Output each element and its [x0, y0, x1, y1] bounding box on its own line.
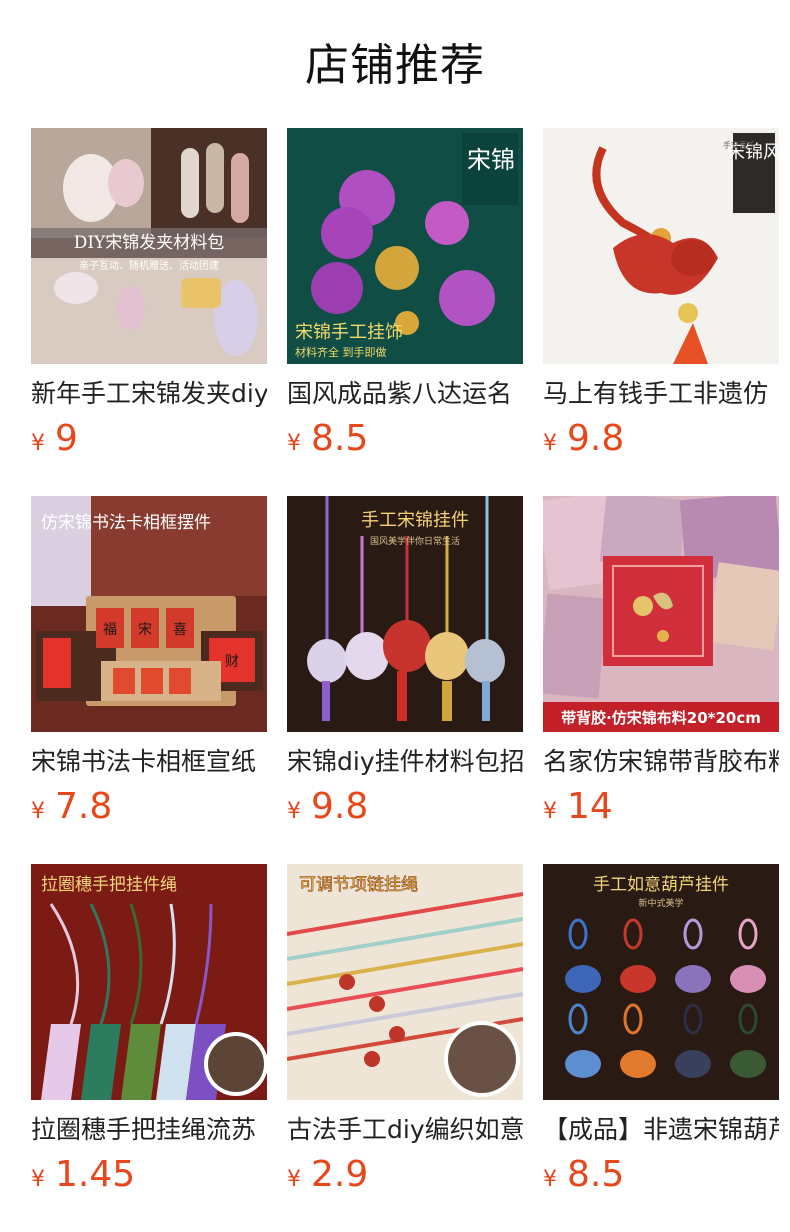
section-title: 店铺推荐 — [305, 40, 485, 91]
product-card[interactable]: 手工如意葫芦挂件 新中式美学 【成品】非遗宋锦葫芦 ¥ 8.5 — [543, 864, 779, 1232]
product-card[interactable]: 带背胶·仿宋锦布料20*20cm 名家仿宋锦带背胶布料 ¥14 — [543, 496, 779, 864]
product-name[interactable]: 马上有钱手工非遗仿 — [543, 374, 779, 414]
product-name[interactable]: 新年手工宋锦发夹diy — [31, 374, 267, 414]
product-price: ¥9.8 — [543, 414, 624, 464]
price-value: 2.9 — [311, 1154, 369, 1195]
product-image[interactable]: 可调节项链挂绳 — [287, 864, 523, 1100]
product-price: ¥8.5 — [287, 414, 368, 464]
product-image[interactable]: 宋锦风 手安喜乐 — [543, 128, 779, 364]
image-banner-text: DIY宋锦发夹材料包 — [74, 233, 225, 253]
product-grid: DIY宋锦发夹材料包 亲子互动、随机赠送、活动团建 新年手工宋锦发夹diy ¥9… — [31, 128, 790, 1232]
product-name[interactable]: 宋锦书法卡相框宣纸 — [31, 742, 267, 782]
product-image[interactable]: 宋锦 宋锦手工挂饰 材料齐全 到手即做 — [287, 128, 523, 364]
price-value: 7.8 — [55, 786, 113, 827]
currency-symbol: ¥ — [543, 799, 557, 824]
image-banner-text: 宋锦手工挂饰 — [295, 322, 403, 343]
currency-symbol: ¥ — [543, 1167, 557, 1192]
product-card[interactable]: 仿宋锦书法卡相框摆件 福 宋 喜 财 宋锦书法卡相框宣纸 ¥7.8 — [31, 496, 267, 864]
product-price: ¥2.9 — [287, 1150, 368, 1200]
product-card[interactable]: DIY宋锦发夹材料包 亲子互动、随机赠送、活动团建 新年手工宋锦发夹diy ¥9 — [31, 128, 267, 496]
product-price: ¥7.8 — [31, 782, 112, 832]
product-price: ¥9.8 — [287, 782, 368, 832]
product-card[interactable]: 宋锦 宋锦手工挂饰 材料齐全 到手即做 国风成品紫八达运名 ¥8.5 — [287, 128, 523, 496]
product-image[interactable]: 手工如意葫芦挂件 新中式美学 — [543, 864, 779, 1100]
price-value: 8.5 — [567, 1154, 625, 1195]
product-image[interactable]: 仿宋锦书法卡相框摆件 福 宋 喜 财 — [31, 496, 267, 732]
currency-symbol: ¥ — [31, 799, 45, 824]
product-price: ¥1.45 — [31, 1150, 135, 1200]
price-value: 9 — [55, 418, 78, 459]
price-value: 14 — [567, 786, 613, 827]
image-card-text: 财 — [225, 654, 239, 670]
image-banner-text: 仿宋锦书法卡相框摆件 — [41, 513, 211, 533]
image-card-text: 宋 — [138, 622, 152, 638]
currency-symbol: ¥ — [287, 1167, 301, 1192]
price-value: 9.8 — [567, 418, 625, 459]
product-image[interactable]: 拉圈穗手把挂件绳 — [31, 864, 267, 1100]
product-price: ¥9 — [31, 414, 78, 464]
image-banner-text: 手工如意葫芦挂件 — [593, 875, 729, 895]
image-card-text: 福 — [103, 622, 117, 638]
product-name[interactable]: 【成品】非遗宋锦葫芦 — [543, 1110, 779, 1150]
price-value: 9.8 — [311, 786, 369, 827]
product-price: ¥8.5 — [543, 1150, 624, 1200]
product-price: ¥14 — [543, 782, 613, 832]
product-name[interactable]: 古法手工diy编织如意 — [287, 1110, 523, 1150]
currency-symbol: ¥ — [287, 799, 301, 824]
product-card[interactable]: 拉圈穗手把挂件绳 拉圈穗手把挂绳流苏 ¥1.45 — [31, 864, 267, 1232]
product-image[interactable]: 带背胶·仿宋锦布料20*20cm — [543, 496, 779, 732]
image-sub-text: 亲子互动、随机赠送、活动团建 — [79, 259, 219, 272]
image-banner-text: 可调节项链挂绳 — [299, 875, 418, 895]
image-sub-text: 材料齐全 到手即做 — [295, 345, 387, 359]
currency-symbol: ¥ — [287, 431, 301, 456]
currency-symbol: ¥ — [543, 431, 557, 456]
image-side-text: 手安喜乐 — [723, 140, 755, 150]
image-banner-text: 拉圈穗手把挂件绳 — [41, 875, 177, 895]
image-card-text: 喜 — [173, 622, 187, 638]
product-image[interactable]: 手工宋锦挂件 国风美学伴你日常生活 — [287, 496, 523, 732]
product-card[interactable]: 可调节项链挂绳 古法手工diy编织如意 ¥2.9 — [287, 864, 523, 1232]
product-name[interactable]: 名家仿宋锦带背胶布料 — [543, 742, 779, 782]
image-corner-text: 宋锦 — [467, 146, 515, 174]
product-card[interactable]: 宋锦风 手安喜乐 马上有钱手工非遗仿 ¥9.8 — [543, 128, 779, 496]
image-sub-text: 国风美学伴你日常生活 — [370, 535, 460, 547]
image-sub-text: 新中式美学 — [638, 897, 683, 909]
currency-symbol: ¥ — [31, 431, 45, 456]
image-banner-text: 带背胶·仿宋锦布料20*20cm — [561, 709, 761, 727]
product-image[interactable]: DIY宋锦发夹材料包 亲子互动、随机赠送、活动团建 — [31, 128, 267, 364]
product-name[interactable]: 拉圈穗手把挂绳流苏 — [31, 1110, 267, 1150]
product-card[interactable]: 手工宋锦挂件 国风美学伴你日常生活 宋锦diy挂件材料包招 ¥9.8 — [287, 496, 523, 864]
price-value: 8.5 — [311, 418, 369, 459]
currency-symbol: ¥ — [31, 1167, 45, 1192]
product-name[interactable]: 国风成品紫八达运名 — [287, 374, 523, 414]
image-banner-text: 手工宋锦挂件 — [361, 510, 469, 531]
product-name[interactable]: 宋锦diy挂件材料包招 — [287, 742, 523, 782]
price-value: 1.45 — [55, 1154, 136, 1195]
